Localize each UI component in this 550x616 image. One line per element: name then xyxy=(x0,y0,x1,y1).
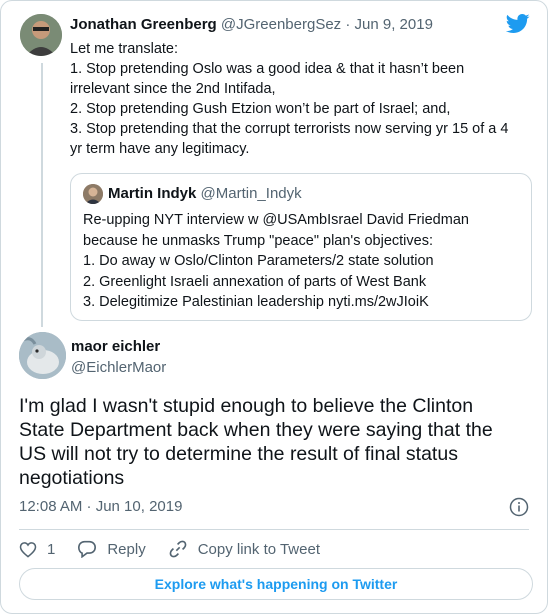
tweet-actions: 1 Reply Copy link to Tweet xyxy=(19,538,342,560)
like-count: 1 xyxy=(47,540,56,558)
explore-button[interactable]: Explore what's happening on Twitter xyxy=(19,568,533,600)
copy-link-button[interactable]: Copy link to Tweet xyxy=(168,539,320,559)
like-button[interactable]: 1 xyxy=(19,541,55,558)
main-tweet-line: US will not try to determine the result … xyxy=(19,443,458,465)
quoted-author-handle: @Martin_Indyk xyxy=(200,185,302,202)
quoted-author-name: Martin Indyk xyxy=(108,185,197,202)
link-icon xyxy=(169,540,187,558)
avatar-martin-indyk xyxy=(83,184,103,204)
main-tweet-header: maor eichler @EichlerMaor xyxy=(71,338,166,376)
tweet-line: yr term have any legitimacy. xyxy=(70,141,250,157)
reply-button[interactable]: Reply xyxy=(77,540,146,558)
divider xyxy=(19,529,529,530)
tweet-date[interactable]: · Jun 9, 2019 xyxy=(345,16,433,33)
parent-tweet-text: Let me translate: 1. Stop pretending Osl… xyxy=(70,39,510,159)
author-handle[interactable]: @JGreenbergSez xyxy=(221,16,341,33)
quoted-tweet[interactable]: Martin Indyk @Martin_Indyk Re-upping NYT… xyxy=(70,173,532,321)
twitter-bird-icon[interactable] xyxy=(505,14,530,39)
main-tweet-line: State Department back when they were say… xyxy=(19,419,493,441)
quoted-line: 3. Delegitimize Palestinian leadership n… xyxy=(83,294,429,310)
main-tweet-line: negotiations xyxy=(19,467,125,489)
parent-tweet-header: Jonathan Greenberg @JGreenbergSez · Jun … xyxy=(70,16,433,33)
tweet-line: 1. Stop pretending Oslo was a good idea … xyxy=(70,61,465,77)
quoted-line: because he unmasks Trump "peace" plan's … xyxy=(83,232,433,249)
tweet-line: 3. Stop pretending that the corrupt terr… xyxy=(70,121,509,137)
copy-link-label: Copy link to Tweet xyxy=(197,540,320,558)
thread-connector xyxy=(41,63,43,327)
main-author-name[interactable]: maor eichler xyxy=(71,338,166,355)
quoted-line: 1. Do away w Oslo/Clinton Parameters/2 s… xyxy=(83,253,434,269)
avatar-maor-eichler[interactable] xyxy=(19,332,66,379)
main-tweet-text: I'm glad I wasn't stupid enough to belie… xyxy=(19,394,529,490)
tweet-timestamp[interactable]: 12:08 AM · Jun 10, 2019 xyxy=(19,498,182,515)
tweet-line: 2. Stop pretending Gush Etzion won’t be … xyxy=(70,101,451,117)
reply-icon xyxy=(78,540,97,558)
author-name[interactable]: Jonathan Greenberg xyxy=(70,16,217,33)
main-author-handle[interactable]: @EichlerMaor xyxy=(71,359,166,376)
tweet-line: irrelevant since the 2nd Intifada, xyxy=(70,81,276,97)
heart-icon xyxy=(19,541,37,558)
info-icon[interactable] xyxy=(509,497,529,522)
tweet-embed-card: Jonathan Greenberg @JGreenbergSez · Jun … xyxy=(0,0,548,614)
quoted-line: Re-upping NYT interview w @USAmbIsrael D… xyxy=(83,212,469,228)
quoted-tweet-text: Re-upping NYT interview w @USAmbIsrael D… xyxy=(83,210,469,313)
quoted-line: 2. Greenlight Israeli annexation of part… xyxy=(83,273,427,290)
avatar-jonathan-greenberg[interactable] xyxy=(20,14,62,56)
reply-label: Reply xyxy=(107,540,146,558)
tweet-line: Let me translate: xyxy=(70,41,178,57)
main-tweet-line: I'm glad I wasn't stupid enough to belie… xyxy=(19,395,474,417)
quoted-tweet-header: Martin Indyk @Martin_Indyk xyxy=(108,185,302,202)
